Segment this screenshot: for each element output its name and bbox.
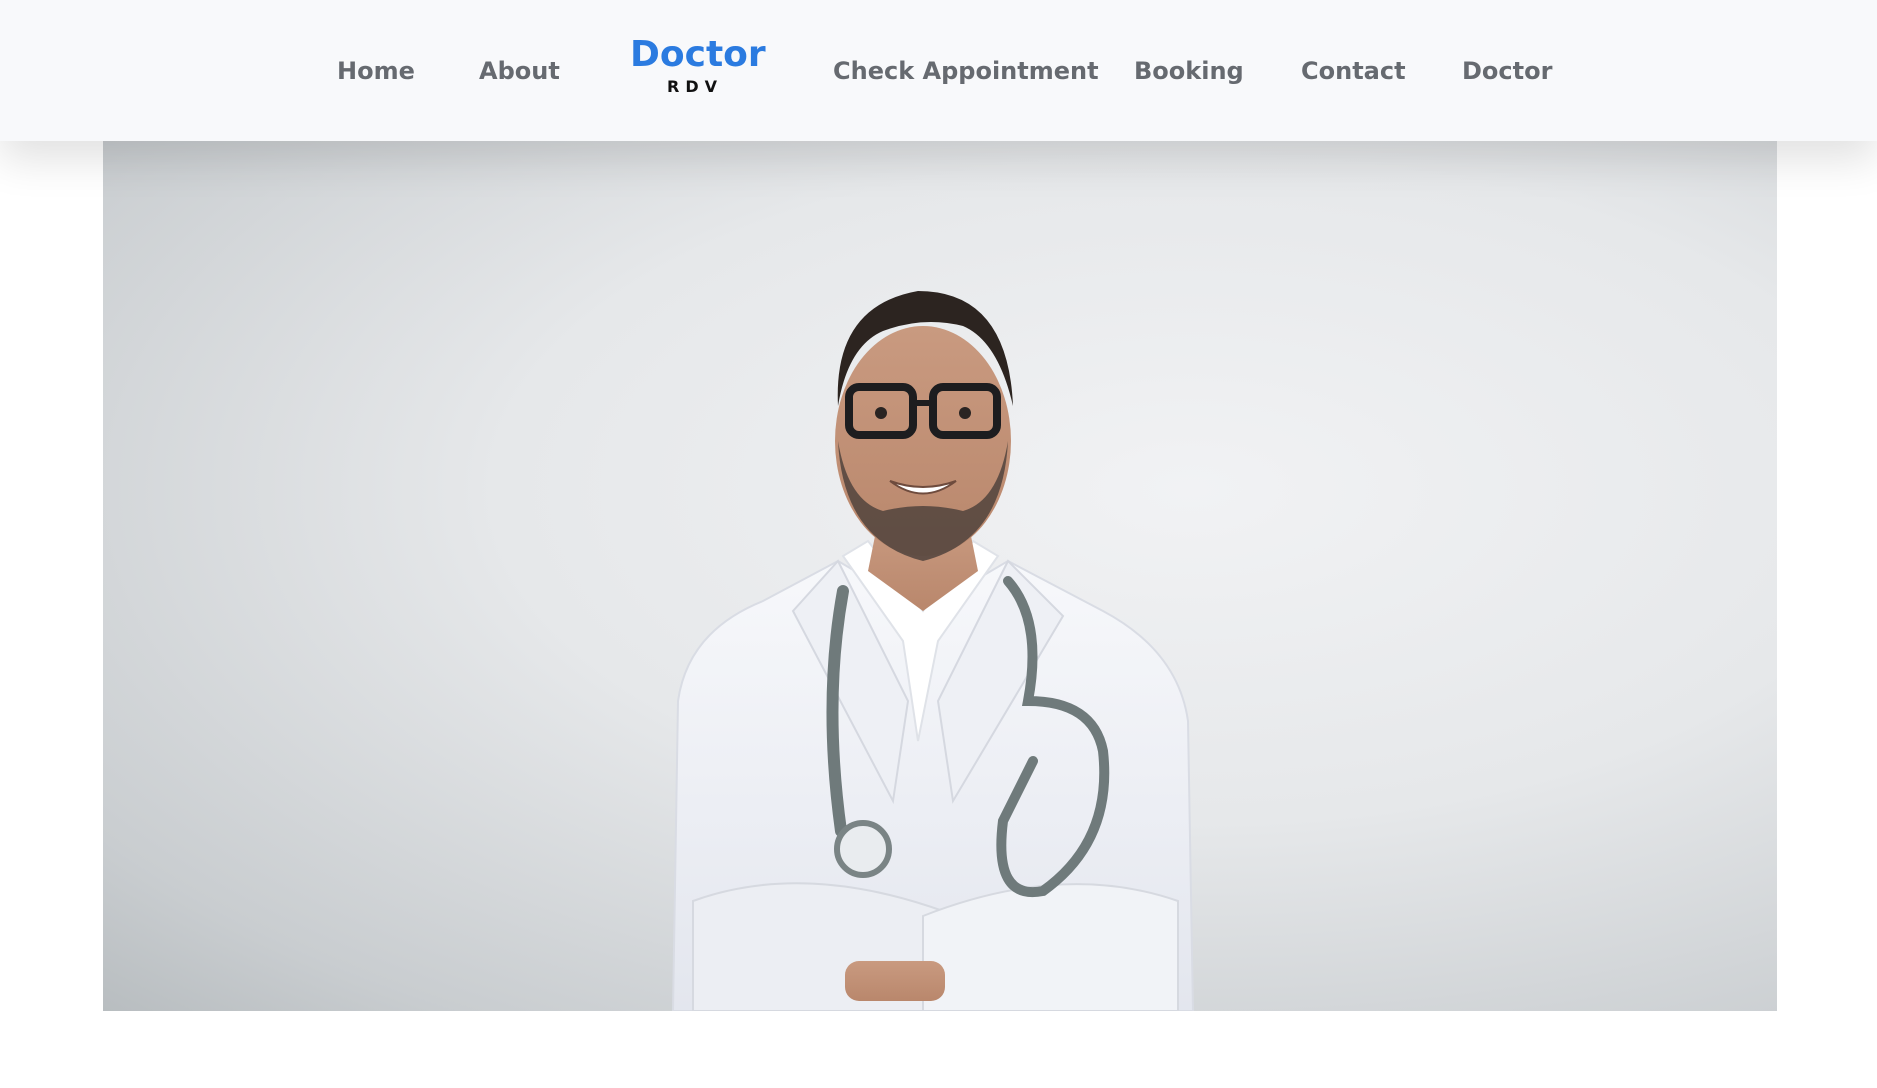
nav-check-appointment-link[interactable]: Check Appointment [833, 56, 1099, 86]
nav-doctor-link[interactable]: Doctor [1462, 56, 1552, 86]
brand-title: Doctor [630, 34, 766, 75]
nav-home-link[interactable]: Home [337, 56, 415, 86]
brand-subtitle: RDV [667, 77, 723, 96]
hero-image [103, 141, 1777, 1011]
nav-booking-link[interactable]: Booking [1134, 56, 1244, 86]
nav-about-link[interactable]: About [479, 56, 560, 86]
navbar: Home About Doctor RDV Check Appointment … [0, 0, 1877, 141]
nav-contact-link[interactable]: Contact [1301, 56, 1406, 86]
doctor-portrait-illustration [671, 291, 1195, 1011]
brand-logo[interactable]: Doctor RDV [630, 34, 766, 97]
